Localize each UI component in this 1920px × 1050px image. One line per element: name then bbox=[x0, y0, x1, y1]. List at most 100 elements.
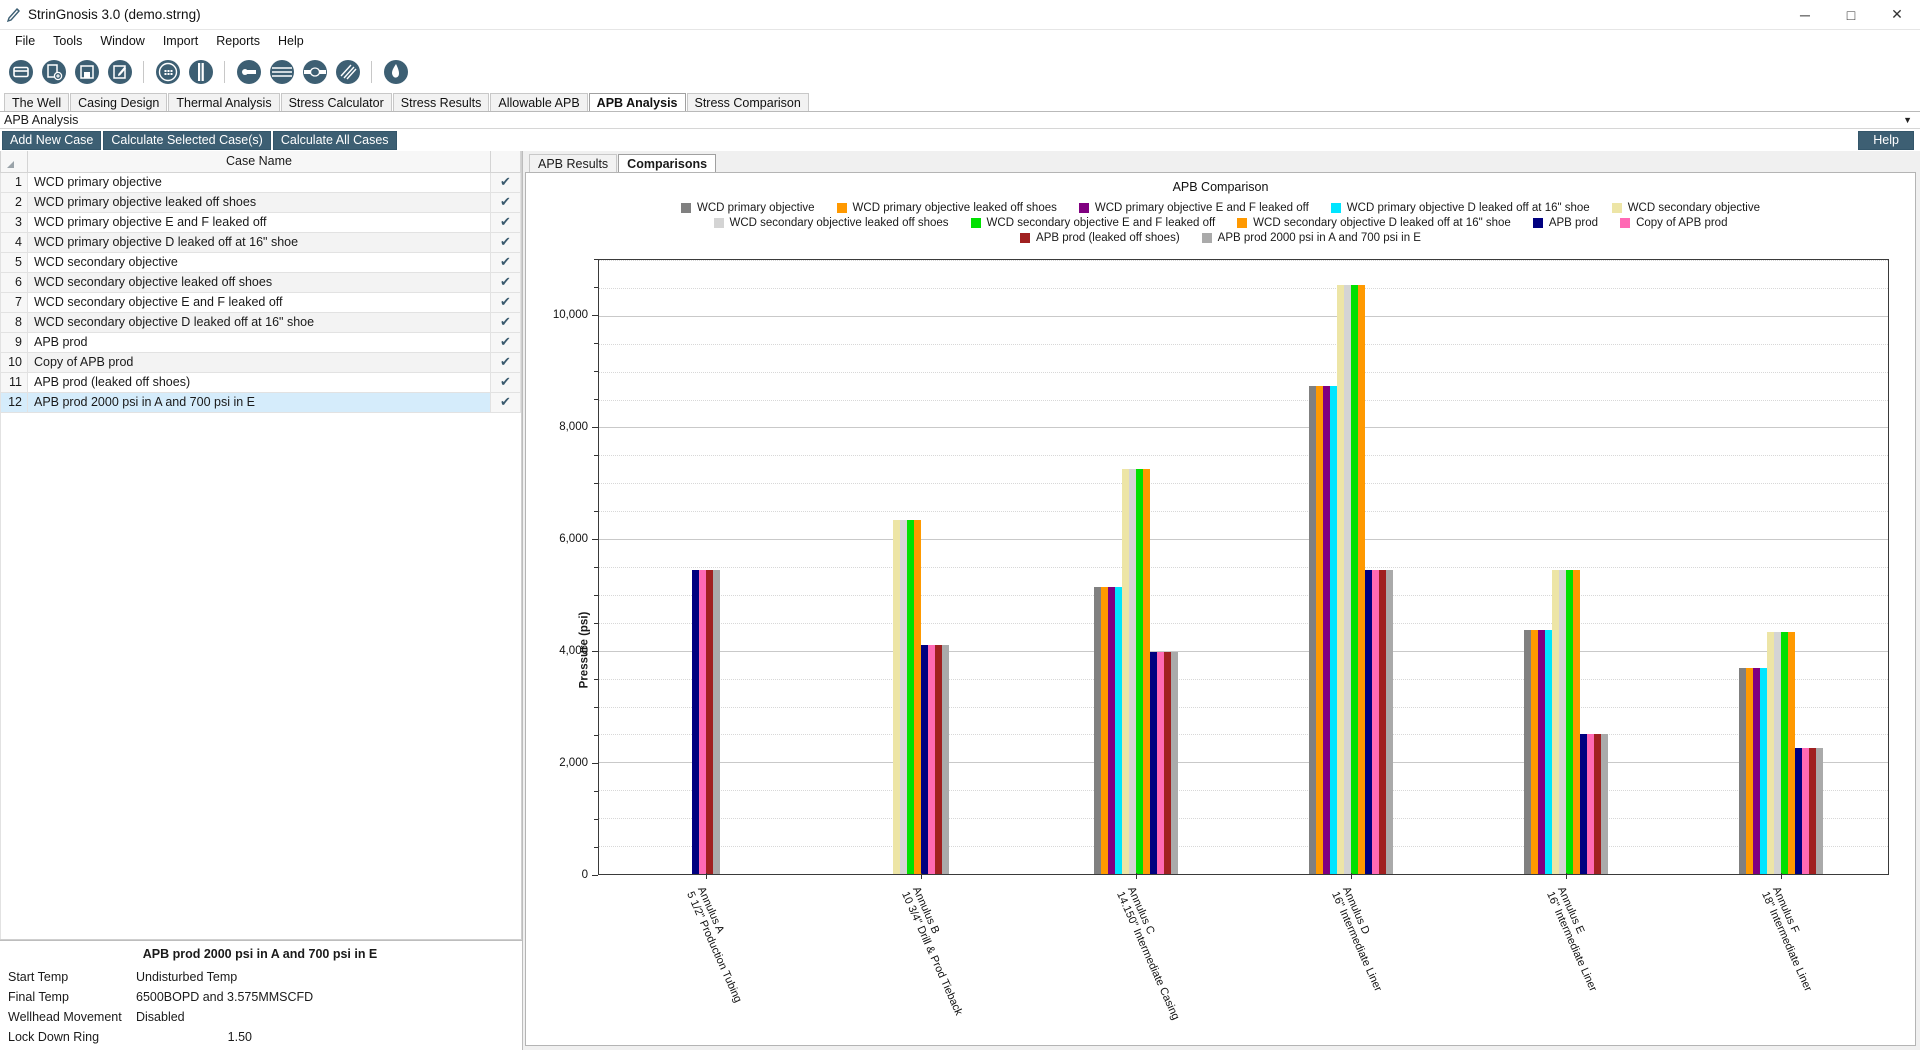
case-name-cell[interactable]: WCD secondary objective D leaked off at … bbox=[27, 311, 491, 333]
legend-item[interactable]: APB prod bbox=[1532, 217, 1598, 229]
bar[interactable] bbox=[1745, 668, 1753, 874]
close-button[interactable]: ✕ bbox=[1874, 0, 1920, 30]
menu-item-window[interactable]: Window bbox=[91, 32, 153, 50]
open-file-icon[interactable] bbox=[5, 56, 36, 89]
bar[interactable] bbox=[1136, 469, 1144, 874]
check-icon[interactable]: ✔ bbox=[490, 291, 521, 313]
calculate-selected-cases-button[interactable]: Calculate Selected Case(s) bbox=[103, 130, 271, 150]
bar[interactable] bbox=[1593, 734, 1601, 874]
bar[interactable] bbox=[713, 570, 721, 874]
table-row[interactable]: 4 WCD primary objective D leaked off at 1… bbox=[0, 231, 521, 253]
menu-item-import[interactable]: Import bbox=[154, 32, 207, 50]
case-name-cell[interactable]: WCD secondary objective leaked off shoes bbox=[27, 271, 491, 293]
check-icon[interactable]: ✔ bbox=[490, 371, 521, 393]
tab-allowable-apb[interactable]: Allowable APB bbox=[490, 93, 588, 111]
case-name-cell[interactable]: APB prod (leaked off shoes) bbox=[27, 371, 491, 393]
bar[interactable] bbox=[1357, 285, 1365, 874]
tubing-icon[interactable] bbox=[185, 56, 216, 89]
column-header-check[interactable] bbox=[490, 151, 521, 173]
save-file-icon[interactable] bbox=[71, 56, 102, 89]
bar[interactable] bbox=[1565, 569, 1573, 874]
bar[interactable] bbox=[1558, 569, 1566, 874]
legend-item[interactable]: WCD primary objective E and F leaked off bbox=[1078, 202, 1309, 214]
table-row[interactable]: 3 WCD primary objective E and F leaked of… bbox=[0, 211, 521, 233]
check-icon[interactable]: ✔ bbox=[490, 331, 521, 353]
bar[interactable] bbox=[1122, 469, 1130, 874]
check-icon[interactable]: ✔ bbox=[490, 251, 521, 273]
check-icon[interactable]: ✔ bbox=[490, 171, 521, 193]
bar[interactable] bbox=[692, 570, 700, 874]
bar[interactable] bbox=[1171, 652, 1179, 874]
check-icon[interactable]: ✔ bbox=[490, 191, 521, 213]
bar[interactable] bbox=[1385, 570, 1393, 874]
edit-file-icon[interactable] bbox=[104, 56, 135, 89]
legend-item[interactable]: WCD secondary objective leaked off shoes bbox=[713, 217, 949, 229]
bar[interactable] bbox=[1157, 652, 1165, 874]
legend-item[interactable]: WCD primary objective leaked off shoes bbox=[836, 202, 1057, 214]
case-name-cell[interactable]: WCD primary objective D leaked off at 16… bbox=[27, 231, 491, 253]
case-name-cell[interactable]: WCD primary objective leaked off shoes bbox=[27, 191, 491, 213]
legend-item[interactable]: WCD primary objective bbox=[680, 202, 815, 214]
tab-comparisons[interactable]: Comparisons bbox=[618, 154, 717, 172]
legend-item[interactable]: Copy of APB prod bbox=[1620, 217, 1727, 229]
menu-item-file[interactable]: File bbox=[6, 32, 44, 50]
bar[interactable] bbox=[1143, 469, 1151, 874]
help-button[interactable]: Help bbox=[1858, 130, 1914, 150]
legend-item[interactable]: APB prod (leaked off shoes) bbox=[1020, 232, 1180, 244]
add-new-case-button[interactable]: Add New Case bbox=[2, 130, 102, 150]
legend-item[interactable]: APB prod 2000 psi in A and 700 psi in E bbox=[1201, 232, 1421, 244]
bar[interactable] bbox=[1600, 734, 1608, 874]
stripes-icon[interactable] bbox=[266, 56, 297, 89]
bar[interactable] bbox=[893, 520, 901, 874]
bar[interactable] bbox=[1801, 748, 1809, 874]
check-icon[interactable]: ✔ bbox=[490, 391, 521, 413]
bar[interactable] bbox=[1759, 668, 1767, 874]
bar[interactable] bbox=[900, 520, 908, 874]
bar[interactable] bbox=[928, 645, 936, 874]
bar[interactable] bbox=[1579, 734, 1587, 874]
tab-apb-analysis[interactable]: APB Analysis bbox=[588, 93, 686, 111]
bar[interactable] bbox=[1094, 586, 1102, 874]
menu-item-tools[interactable]: Tools bbox=[44, 32, 91, 50]
thread-icon[interactable] bbox=[332, 56, 363, 89]
tab-stress-calculator[interactable]: Stress Calculator bbox=[280, 93, 392, 111]
bar[interactable] bbox=[1530, 629, 1538, 874]
check-icon[interactable]: ✔ bbox=[490, 311, 521, 333]
bar[interactable] bbox=[1544, 629, 1552, 874]
bar[interactable] bbox=[1329, 386, 1337, 874]
tab-stress-results[interactable]: Stress Results bbox=[392, 93, 490, 111]
casing-side-icon[interactable] bbox=[233, 56, 264, 89]
case-name-cell[interactable]: Copy of APB prod bbox=[27, 351, 491, 373]
bar[interactable] bbox=[1115, 586, 1123, 874]
bar[interactable] bbox=[1336, 285, 1344, 874]
calculate-all-cases-button[interactable]: Calculate All Cases bbox=[272, 130, 397, 150]
tab-casing-design[interactable]: Casing Design bbox=[70, 93, 168, 111]
bar[interactable] bbox=[699, 570, 707, 874]
table-row[interactable]: 8 WCD secondary objective D leaked off at… bbox=[0, 311, 521, 333]
minimize-button[interactable]: ─ bbox=[1782, 0, 1828, 30]
bar[interactable] bbox=[1343, 285, 1351, 874]
bar[interactable] bbox=[1350, 285, 1358, 874]
table-row[interactable]: 9 APB prod ✔ bbox=[0, 331, 521, 353]
bar[interactable] bbox=[1773, 632, 1781, 874]
case-name-cell[interactable]: WCD secondary objective bbox=[27, 251, 491, 273]
bar[interactable] bbox=[1586, 734, 1594, 874]
table-row[interactable]: 2 WCD primary objective leaked off shoes ✔ bbox=[0, 191, 521, 213]
bar[interactable] bbox=[1101, 586, 1109, 874]
legend-item[interactable]: WCD primary objective D leaked off at 16… bbox=[1330, 202, 1590, 214]
packer-icon[interactable] bbox=[299, 56, 330, 89]
bar[interactable] bbox=[1315, 386, 1323, 874]
case-name-cell[interactable]: WCD secondary objective E and F leaked o… bbox=[27, 291, 491, 313]
check-icon[interactable]: ✔ bbox=[490, 351, 521, 373]
check-icon[interactable]: ✔ bbox=[490, 211, 521, 233]
menu-item-help[interactable]: Help bbox=[269, 32, 313, 50]
tab-stress-comparison[interactable]: Stress Comparison bbox=[686, 93, 809, 111]
bar[interactable] bbox=[1108, 586, 1116, 874]
chevron-down-icon[interactable]: ▼ bbox=[1903, 115, 1920, 125]
new-file-icon[interactable] bbox=[38, 56, 69, 89]
menu-item-reports[interactable]: Reports bbox=[207, 32, 269, 50]
table-row[interactable]: 1 WCD primary objective ✔ bbox=[0, 171, 521, 193]
bar[interactable] bbox=[1815, 748, 1823, 874]
column-header-case-name[interactable]: Case Name bbox=[27, 151, 491, 173]
check-icon[interactable]: ✔ bbox=[490, 271, 521, 293]
